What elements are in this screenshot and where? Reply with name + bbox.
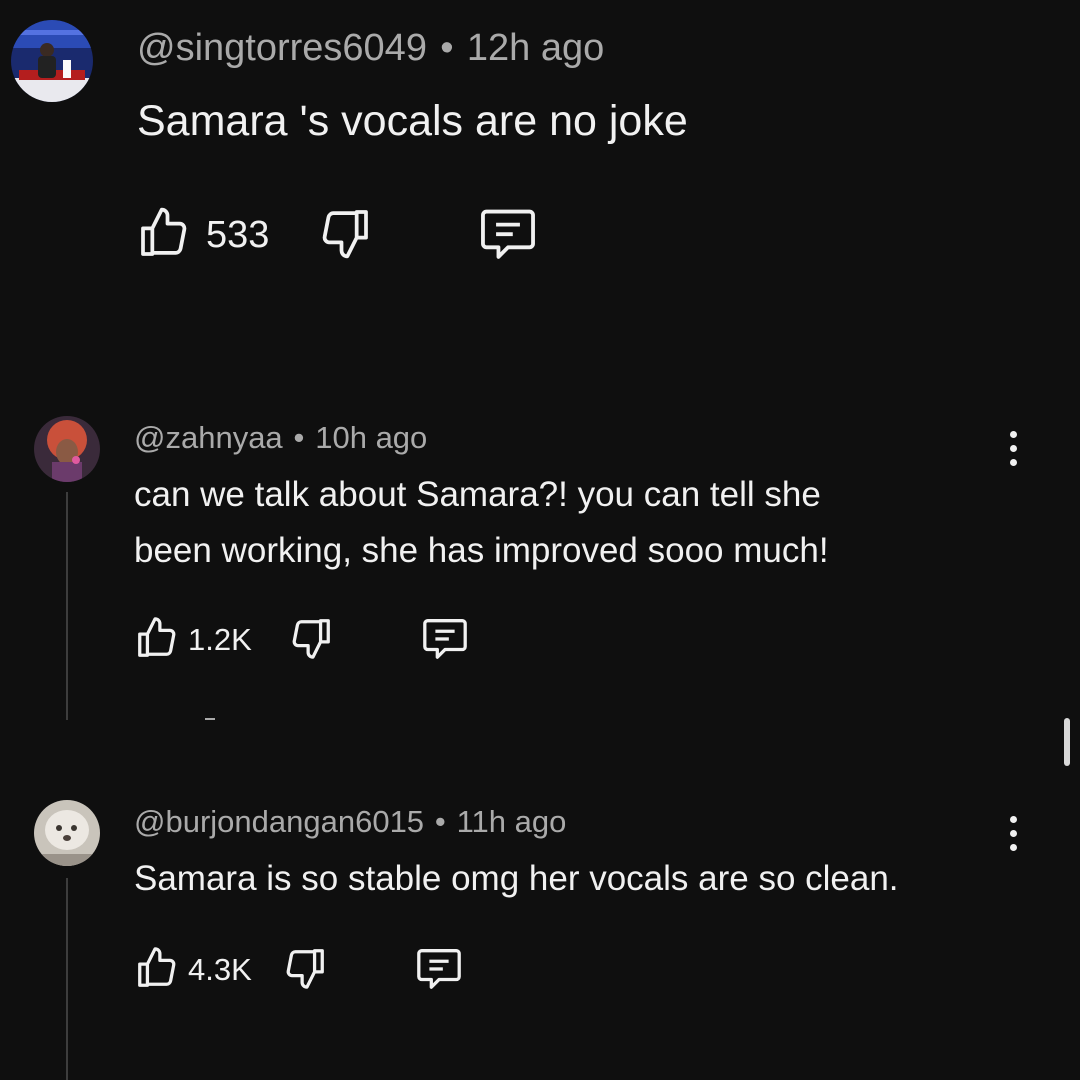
dislike-button[interactable] [282, 944, 328, 997]
more-options-button[interactable] [1006, 816, 1020, 851]
reply-button[interactable] [414, 944, 464, 997]
dislike-button[interactable] [317, 204, 373, 267]
reply-button[interactable] [477, 204, 539, 267]
timestamp[interactable]: 11h ago [457, 804, 567, 839]
avatar[interactable] [34, 800, 100, 866]
thread-line [66, 492, 68, 720]
like-button[interactable]: 4.3K [134, 944, 252, 997]
username[interactable]: @burjondangan6015 [134, 804, 424, 839]
thumbs-up-icon [134, 614, 180, 667]
divider [205, 718, 215, 720]
thumbs-up-icon [134, 944, 180, 997]
like-count: 1.2K [188, 622, 252, 657]
like-count: 4.3K [188, 952, 252, 987]
comment-actions: 4.3K [134, 946, 464, 994]
thumbs-down-icon [288, 614, 334, 667]
thread-line [66, 878, 68, 1080]
username[interactable]: @zahnyaa [134, 420, 283, 455]
reply-button[interactable] [420, 614, 470, 667]
dislike-button[interactable] [288, 614, 334, 667]
comment-text: Samara 's vocals are no joke [137, 97, 688, 145]
separator-dot: • [434, 804, 446, 839]
like-button[interactable]: 1.2K [134, 614, 252, 667]
comment-icon [477, 204, 539, 267]
more-options-button[interactable] [1006, 431, 1020, 466]
avatar[interactable] [34, 416, 100, 482]
comment-text-line: been working, she has improved sooo much… [134, 531, 829, 570]
separator-dot: • [293, 420, 305, 455]
username[interactable]: @singtorres6049 [137, 27, 427, 69]
scrollbar[interactable] [1064, 718, 1070, 766]
vertical-dots-icon [1009, 816, 1017, 823]
comment-icon [420, 614, 470, 667]
comment-meta: @zahnyaa • 10h ago [134, 420, 427, 456]
thumbs-down-icon [317, 204, 373, 267]
comment-icon [414, 944, 464, 997]
like-button[interactable]: 533 [136, 204, 269, 267]
thumbs-up-icon [136, 204, 192, 267]
comment-text-line: can we talk about Samara?! you can tell … [134, 475, 821, 514]
comments-page: @singtorres6049 • 12h ago Samara 's vocals… [0, 0, 1080, 1080]
vertical-dots-icon [1009, 431, 1017, 438]
avatar[interactable] [11, 20, 93, 102]
comment-text: Samara is so stable omg her vocals are s… [134, 859, 899, 898]
timestamp[interactable]: 10h ago [315, 420, 427, 455]
separator-dot: • [440, 27, 454, 69]
like-count: 533 [206, 213, 270, 256]
comment-meta: @singtorres6049 • 12h ago [137, 26, 604, 70]
timestamp[interactable]: 12h ago [467, 27, 604, 69]
comment-meta: @burjondangan6015 • 11h ago [134, 804, 566, 840]
comment-actions: 533 [136, 206, 539, 264]
comment-actions: 1.2K [134, 616, 470, 664]
thumbs-down-icon [282, 944, 328, 997]
